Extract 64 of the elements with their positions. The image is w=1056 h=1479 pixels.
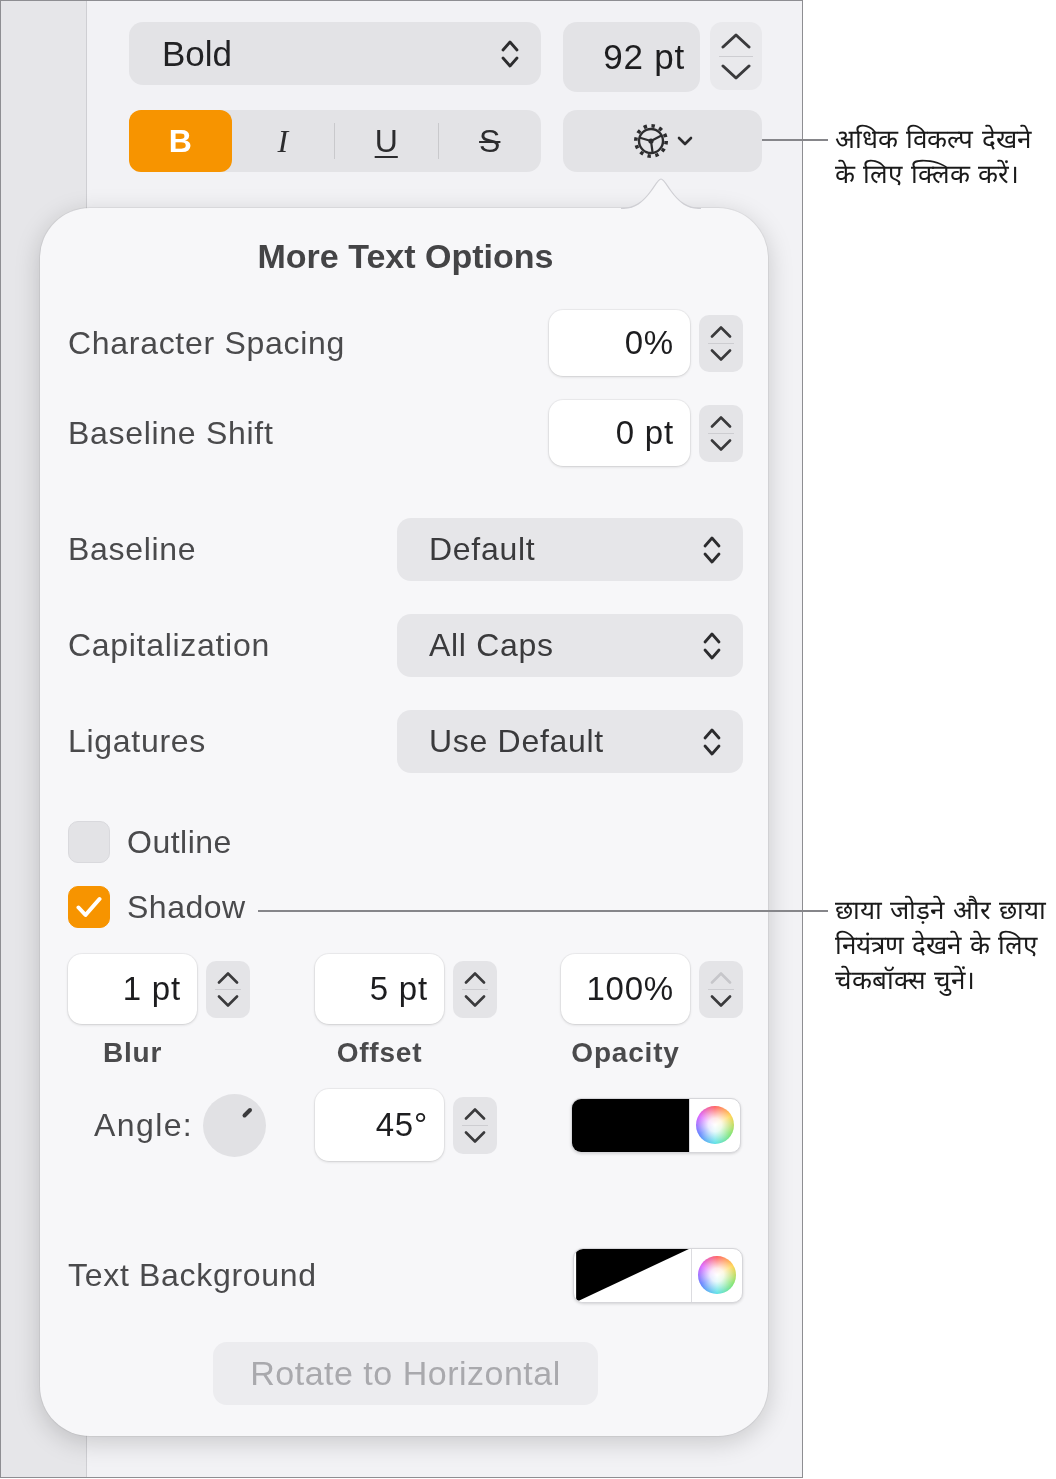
number-field[interactable]: 100% [561,954,690,1024]
stepper[interactable] [710,22,762,90]
option-label: Baseline Shift [68,414,274,452]
stepper[interactable] [699,314,743,372]
up-down-chevron-icon [703,726,721,757]
stepper[interactable] [453,1096,497,1154]
callout-text: छाया जोड़ने और छाया नियंत्रण देखने के लिए चेकबॉक्स चुनें। [835,894,1047,998]
up-down-chevron-icon [703,630,721,661]
chevron-up-icon[interactable] [710,415,732,428]
chevron-up-icon[interactable] [464,1107,486,1120]
callout-text: अधिक विकल्प देखने के लिए क्लिक करें। [835,123,1033,191]
option-label: Capitalization [68,627,270,664]
option-label: Text Background [68,1256,317,1294]
up-down-chevron-icon [703,534,721,565]
field-caption: Opacity [571,1038,680,1068]
angle-label: Angle: [94,1106,194,1144]
chevron-down-icon[interactable] [217,994,239,1007]
up-down-chevron-icon [501,38,519,69]
font-size-field[interactable]: 92 pt [563,22,700,92]
chevron-down-icon[interactable] [710,348,732,361]
color-well[interactable] [573,1247,743,1303]
color-well[interactable] [571,1097,741,1153]
option-label: Ligatures [68,723,206,760]
font-style-popup[interactable]: Bold [129,22,541,85]
number-field[interactable]: 0% [549,310,690,376]
color-wheel-icon[interactable] [696,1106,734,1144]
color-wheel-icon[interactable] [698,1256,736,1294]
chevron-down-icon[interactable] [710,994,732,1007]
italic-button[interactable]: I [231,110,334,172]
number-field[interactable]: 1 pt [68,954,197,1024]
popup-button[interactable]: Use Default [397,710,743,773]
popup-button[interactable]: All Caps [397,614,743,677]
field-caption: Blur [102,1038,163,1068]
chevron-down-icon [676,136,693,146]
stepper[interactable] [453,960,497,1018]
number-field[interactable]: 0 pt [549,400,690,466]
text-style-control[interactable]: B I U S [129,110,541,172]
chevron-up-icon[interactable] [217,971,239,984]
number-field[interactable]: 5 pt [315,954,444,1024]
options-button[interactable] [563,110,762,172]
popup-button[interactable]: Default [397,518,743,581]
chevron-down-icon[interactable] [710,438,732,451]
chevron-up-icon[interactable] [721,32,751,49]
chevron-up-icon[interactable] [710,325,732,338]
stepper[interactable] [699,960,743,1018]
popover-title: More Text Options [257,236,554,277]
checkbox[interactable] [68,886,110,928]
chevron-down-icon[interactable] [464,1130,486,1143]
gear-icon [632,123,669,159]
option-label: Character Spacing [68,324,345,362]
stepper[interactable] [699,404,743,462]
number-field[interactable]: 45° [315,1089,444,1161]
strikethrough-button[interactable]: S [438,110,541,172]
checkmark-icon [76,896,102,918]
chevron-down-icon[interactable] [721,63,751,80]
field-caption: Offset [336,1038,423,1068]
checkbox-label: Outline [127,823,232,861]
checkbox-label: Shadow [127,888,246,926]
checkbox[interactable] [68,821,110,863]
chevron-down-icon[interactable] [464,994,486,1007]
stepper[interactable] [206,960,250,1018]
underline-button[interactable]: U [335,110,438,172]
chevron-up-icon[interactable] [464,971,486,984]
option-label: Baseline [68,531,197,568]
